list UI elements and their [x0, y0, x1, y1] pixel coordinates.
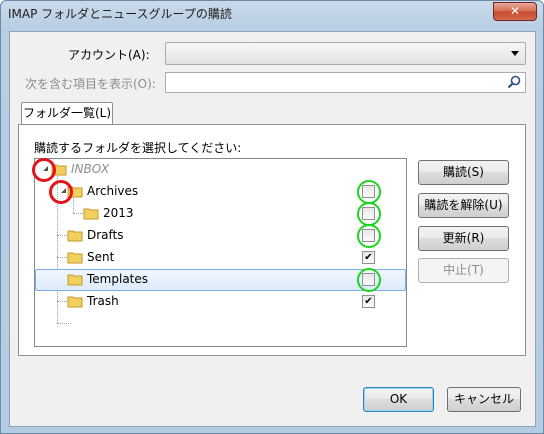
- folder-name: Drafts: [87, 228, 124, 242]
- tree-row-templates[interactable]: Templates: [35, 269, 406, 291]
- unsubscribe-button[interactable]: 購読を解除(U): [418, 193, 509, 218]
- green-annotation-circle: [357, 224, 381, 248]
- folder-icon: [67, 274, 83, 286]
- subscribe-checkbox[interactable]: ✔: [362, 295, 375, 308]
- stop-button[interactable]: 中止(T): [418, 258, 509, 283]
- folder-icon: [67, 252, 83, 264]
- folder-name: INBOX: [71, 162, 110, 176]
- tree-row-inbox[interactable]: INBOX: [35, 159, 406, 181]
- subscribe-checkbox[interactable]: ✔: [362, 251, 375, 264]
- tree-row-archives[interactable]: Archives: [35, 181, 406, 203]
- filter-input[interactable]: [165, 72, 526, 93]
- folder-name: Trash: [87, 294, 119, 308]
- tree-row-sent[interactable]: Sent ✔: [35, 247, 406, 269]
- folder-name: Sent: [87, 250, 115, 264]
- red-annotation-circle: [49, 180, 73, 204]
- account-label: アカウント(A):: [68, 48, 150, 62]
- green-annotation-circle: [357, 180, 381, 204]
- folder-name: Templates: [87, 272, 149, 286]
- green-annotation-circle: [357, 202, 381, 226]
- ok-button[interactable]: OK: [363, 387, 434, 412]
- filter-label: 次を含む項目を表示(O):: [25, 77, 156, 91]
- tree-row-drafts[interactable]: Drafts: [35, 225, 406, 247]
- folder-name: 2013: [103, 206, 134, 220]
- chevron-down-icon: [511, 51, 519, 56]
- folder-icon: [67, 230, 83, 242]
- folder-tree[interactable]: INBOX Archives 2013 Drafts Sent ✔ Templa…: [32, 158, 407, 347]
- window-title: IMAP フォルダとニュースグループの購読: [8, 7, 232, 21]
- tab-folder-list[interactable]: フォルダ一覧(L): [21, 102, 113, 125]
- close-button[interactable]: ✕: [493, 2, 537, 21]
- refresh-button[interactable]: 更新(R): [418, 226, 509, 251]
- title-bar: IMAP フォルダとニュースグループの購読 ✕: [1, 1, 543, 29]
- dialog-window: IMAP フォルダとニュースグループの購読 ✕ アカウント(A): 次を含む項目…: [0, 0, 544, 434]
- red-annotation-circle: [32, 158, 56, 182]
- folder-icon: [67, 296, 83, 308]
- tree-row-2013[interactable]: 2013: [35, 203, 406, 225]
- green-annotation-circle: [357, 268, 381, 292]
- dialog-client-area: アカウント(A): 次を含む項目を表示(O): フォルダ一覧(L) 購読するフォ…: [9, 31, 536, 427]
- tree-row-trash[interactable]: Trash ✔: [35, 291, 406, 313]
- account-dropdown[interactable]: [165, 42, 526, 65]
- cancel-button[interactable]: キャンセル: [447, 387, 521, 412]
- tree-connector: [57, 323, 71, 324]
- subscribe-button[interactable]: 購読(S): [418, 160, 509, 185]
- folder-icon: [83, 208, 99, 220]
- search-icon: [507, 75, 521, 89]
- instruction-text: 購読するフォルダを選択してください:: [34, 141, 242, 155]
- folder-name: Archives: [87, 184, 139, 198]
